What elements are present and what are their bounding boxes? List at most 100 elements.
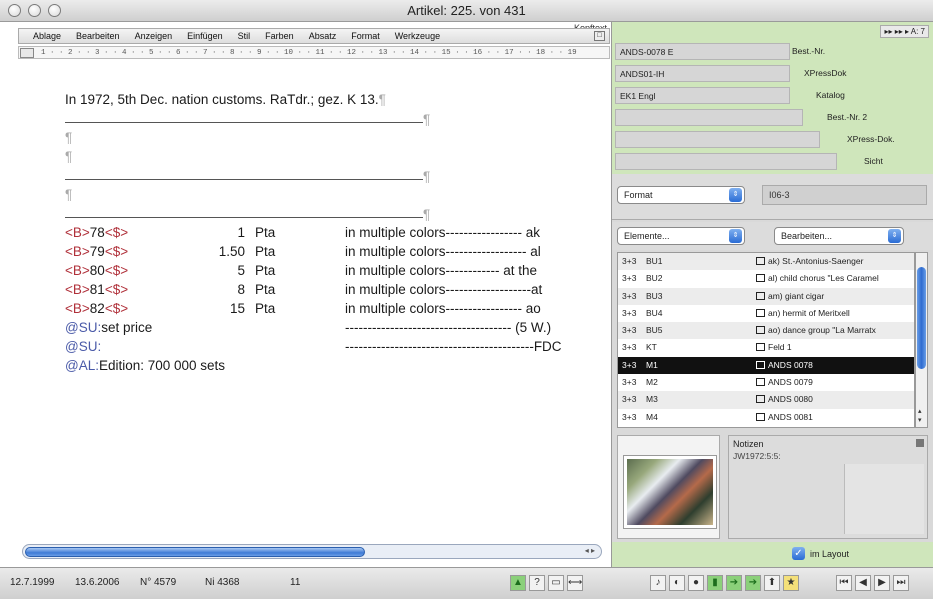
toggle-icon[interactable]: ◐ <box>669 575 685 591</box>
set-price-line: @SU:set price --------------------------… <box>65 318 585 337</box>
tab-xpress-dok[interactable]: XPress-Dok. <box>847 134 895 144</box>
tab-row[interactable]: ANDS-0078 E Best.-Nr. <box>612 40 933 62</box>
list-item[interactable]: 3+3 BU4 an) hermit of Meritxell <box>618 305 914 322</box>
list-item[interactable]: 3+3 KT Feld 1 <box>618 339 914 356</box>
list-scrollbar[interactable]: ▴ ▾ <box>915 252 928 428</box>
separator-line: ¶ <box>65 109 585 128</box>
tab-row[interactable]: ANDS01-IH XPressDok <box>612 62 933 84</box>
tab-row[interactable]: Sicht <box>612 150 933 172</box>
list-item[interactable]: 3+3 M2 ANDS 0079 <box>618 374 914 391</box>
end-tag: <$> <box>104 301 129 316</box>
collapse-menu-icon[interactable]: □ <box>594 31 605 41</box>
text-ruler[interactable]: 1 · · 2 · · 3 · · 4 · · 5 · · 6 · · 7 · … <box>18 46 610 59</box>
price-value: 1.50 <box>218 244 245 259</box>
paragraph-mark: ¶ <box>378 92 386 107</box>
view-field[interactable] <box>615 153 837 170</box>
window-icon[interactable]: ▭ <box>548 575 564 591</box>
empty-line: ¶ <box>65 128 585 147</box>
list-item-selected[interactable]: 3+3 M1 ANDS 0078 <box>618 356 914 375</box>
forward-alt-icon[interactable]: ➔ <box>745 575 761 591</box>
chevron-updown-icon: ⇕ <box>729 229 742 243</box>
xpress-doc-2-field[interactable] <box>615 131 820 148</box>
forward-icon[interactable]: ➔ <box>726 575 742 591</box>
field-tabs: ▸▸ ▸▸ ▸ A: 7 ANDS-0078 E Best.-Nr. ANDS0… <box>612 22 933 174</box>
menu-farben[interactable]: Farben <box>265 31 294 41</box>
catalog-field[interactable]: EK1 Engl <box>615 87 790 104</box>
star-icon[interactable]: ★ <box>783 575 799 591</box>
list-item[interactable]: 3+3 BU3 am) giant cigar <box>618 287 914 305</box>
edit-select[interactable]: Bearbeiten... ⇕ <box>774 227 904 245</box>
notes-text[interactable]: JW1972:5:5: <box>733 451 781 461</box>
notes-area[interactable] <box>844 464 924 534</box>
document-text[interactable]: In 1972, 5th Dec. nation customs. RaTdr.… <box>65 90 585 375</box>
record-navigation[interactable]: ▸▸ ▸▸ ▸ A: 7 <box>880 25 929 38</box>
text-box-icon <box>756 291 765 300</box>
menu-einfuegen[interactable]: Einfügen <box>187 31 223 41</box>
order-number-2-field[interactable] <box>615 109 803 126</box>
list-item[interactable]: 3+3 BU2 al) child chorus "Les Caramel <box>618 270 914 287</box>
scroll-arrows-icon[interactable]: ◂ ▸ <box>585 546 595 555</box>
last-record-icon[interactable]: ⏭ <box>893 575 909 591</box>
previous-record-icon[interactable]: ◀ <box>855 575 871 591</box>
in-layout-checkbox[interactable]: ✓ <box>792 547 805 560</box>
tab-best-nr[interactable]: Best.-Nr. <box>792 46 825 56</box>
xpress-doc-field[interactable]: ANDS01-IH <box>615 65 790 82</box>
scrollbar-thumb[interactable] <box>25 547 365 557</box>
menu-bearbeiten[interactable]: Bearbeiten <box>76 31 120 41</box>
created-date: 12.7.1999 <box>10 577 55 588</box>
tab-katalog[interactable]: Katalog <box>816 90 845 100</box>
note-icon[interactable]: ♪ <box>650 575 666 591</box>
close-icon[interactable] <box>916 439 924 447</box>
format-value-field[interactable]: I06-3 <box>762 185 927 205</box>
list-item[interactable]: 3+3 M3 ANDS 0080 <box>618 391 914 409</box>
menu-anzeigen[interactable]: Anzeigen <box>135 31 173 41</box>
bold-tag: <B> <box>65 282 90 297</box>
menu-werkzeuge[interactable]: Werkzeuge <box>395 31 440 41</box>
list-item[interactable]: 3+3 BU5 ao) dance group "La Marratx <box>618 322 914 340</box>
tab-xpressdok[interactable]: XPressDok <box>804 68 847 78</box>
scroll-arrows-icon[interactable]: ▴ ▾ <box>918 407 922 425</box>
menu-ablage[interactable]: Ablage <box>33 31 61 41</box>
in-layout-label: im Layout <box>810 549 850 559</box>
tab-row[interactable]: Best.-Nr. 2 <box>612 106 933 128</box>
list-item[interactable]: 3+3 BU1 ak) St.-Antonius-Saenger <box>618 253 914 271</box>
bar-icon[interactable]: ▮ <box>707 575 723 591</box>
link-icon[interactable]: ⟷ <box>567 575 583 591</box>
stamp-image[interactable] <box>623 455 717 529</box>
format-select[interactable]: Format ⇕ <box>617 186 745 204</box>
horizontal-scrollbar[interactable]: ◂ ▸ <box>22 544 602 559</box>
next-record-icon[interactable]: ▶ <box>874 575 890 591</box>
empty-line: ¶ <box>65 147 585 166</box>
graph-icon[interactable]: ▲ <box>510 575 526 591</box>
end-tag: <$> <box>104 282 129 297</box>
elements-select[interactable]: Elemente... ⇕ <box>617 227 745 245</box>
tab-row[interactable]: EK1 Engl Katalog <box>612 84 933 106</box>
list-item[interactable]: 3+3 M4 ANDS 0081 <box>618 409 914 426</box>
price-description: in multiple colors-------------------at <box>345 282 543 297</box>
price-value: 5 <box>237 263 245 278</box>
first-record-icon[interactable]: ⏮ <box>836 575 852 591</box>
scrollbar-thumb[interactable] <box>917 267 926 369</box>
menu-format[interactable]: Format <box>351 31 380 41</box>
tab-best-nr-2[interactable]: Best.-Nr. 2 <box>827 112 867 122</box>
edition-line: @AL:Edition: 700 000 sets <box>65 356 585 375</box>
tab-row[interactable]: XPress-Dok. <box>612 128 933 150</box>
help-icon[interactable]: ? <box>529 575 545 591</box>
image-preview-box <box>617 435 720 539</box>
item-code: 78 <box>89 225 105 240</box>
tab-sicht[interactable]: Sicht <box>864 156 883 166</box>
ruler-toggle-button[interactable] <box>20 48 34 58</box>
order-number-field[interactable]: ANDS-0078 E <box>615 43 790 60</box>
elements-toolbar: Elemente... ⇕ Bearbeiten... ⇕ <box>612 222 933 250</box>
first-line-text: In 1972, 5th Dec. nation customs. RaTdr.… <box>65 92 379 107</box>
price-description: in multiple colors------------------ al <box>345 244 541 259</box>
bold-tag: <B> <box>65 244 90 259</box>
elements-list[interactable]: 3+3 BU1 ak) St.-Antonius-Saenger 3+3 BU2 al)… <box>617 252 915 428</box>
cloud-icon[interactable]: ● <box>688 575 704 591</box>
menu-absatz[interactable]: Absatz <box>309 31 337 41</box>
upload-icon[interactable]: ⬆ <box>764 575 780 591</box>
price-description: in multiple colors------------ at the <box>345 263 538 278</box>
menu-stil[interactable]: Stil <box>238 31 251 41</box>
price-value: 1 <box>237 225 245 240</box>
layout-row: ✓ im Layout <box>612 542 933 567</box>
